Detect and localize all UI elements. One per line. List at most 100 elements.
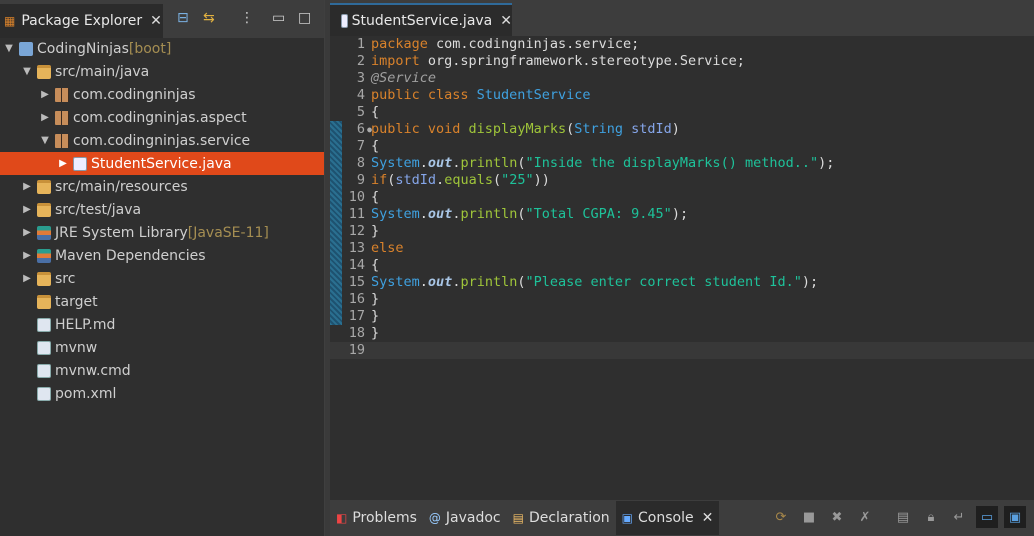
tree-item[interactable]: ▼ CodingNinjas [boot] bbox=[0, 37, 324, 60]
expanded-twisty-icon[interactable]: ▼ bbox=[20, 66, 34, 77]
remove-icon[interactable]: ✖ bbox=[826, 506, 848, 528]
code-token: ( bbox=[517, 274, 526, 290]
view-menu-icon[interactable]: ⋮ bbox=[240, 10, 254, 26]
tree-item-label: src/main/java bbox=[55, 63, 150, 80]
tree-item-label: pom.xml bbox=[55, 385, 117, 402]
tree-item[interactable]: target bbox=[0, 290, 324, 313]
collapsed-twisty-icon[interactable]: ▶ bbox=[20, 273, 34, 284]
collapsed-twisty-icon[interactable]: ▶ bbox=[56, 158, 70, 169]
change-ruler bbox=[330, 257, 342, 274]
problems-icon: ◧ bbox=[336, 511, 348, 525]
collapsed-twisty-icon[interactable]: ▶ bbox=[38, 112, 52, 123]
tree-item[interactable]: ▶ src/test/java bbox=[0, 198, 324, 221]
clear-console-icon[interactable]: ▤ bbox=[892, 506, 914, 528]
expanded-twisty-icon[interactable]: ▼ bbox=[38, 135, 52, 146]
code-token: out bbox=[427, 155, 453, 171]
tab-declaration[interactable]: ▤ Declaration bbox=[507, 501, 616, 535]
tree-item-label: src/main/resources bbox=[55, 178, 188, 195]
change-ruler bbox=[330, 138, 342, 155]
code-token: ( bbox=[566, 121, 575, 137]
tree-item-decoration: [JavaSE-11] bbox=[187, 224, 269, 241]
close-icon[interactable]: ✕ bbox=[150, 13, 162, 29]
package-explorer-panel: ▦ Package Explorer ✕ ⊟ ⇆ ⋮ ▭ □ ▼ CodingNi… bbox=[0, 0, 325, 536]
tab-student-service-java[interactable]: StudentService.java ✕ bbox=[330, 3, 512, 36]
tab-problems[interactable]: ◧ Problems bbox=[330, 501, 423, 535]
code-line: 2 import org.springframework.stereotype.S… bbox=[330, 53, 1034, 70]
tree-item-label: CodingNinjas bbox=[37, 40, 129, 57]
folder-icon bbox=[37, 179, 51, 194]
collapsed-twisty-icon[interactable]: ▶ bbox=[20, 250, 34, 261]
change-ruler bbox=[330, 342, 342, 359]
code-token: StudentService bbox=[476, 87, 591, 103]
close-icon[interactable]: ✕ bbox=[500, 13, 512, 29]
code-line: 13 else bbox=[330, 240, 1034, 257]
code-token: else bbox=[371, 240, 404, 256]
tree-item[interactable]: HELP.md bbox=[0, 313, 324, 336]
code-line: 7{ bbox=[330, 138, 1034, 155]
code-token: println bbox=[460, 206, 518, 222]
code-token: package bbox=[371, 36, 428, 52]
tab-package-explorer[interactable]: ▦ Package Explorer ✕ bbox=[0, 4, 163, 38]
tree-item[interactable]: pom.xml bbox=[0, 382, 324, 405]
scroll-lock-icon[interactable]: 🔒︎ bbox=[920, 506, 942, 528]
close-icon[interactable]: ✕ bbox=[702, 510, 714, 526]
tree-item-label: com.codingninjas.aspect bbox=[73, 109, 247, 126]
code-line: 3 @Service bbox=[330, 70, 1034, 87]
tree-item[interactable]: ▶ com.codingninjas.aspect bbox=[0, 106, 324, 129]
tree-item-label: mvnw.cmd bbox=[55, 362, 131, 379]
code-text: public void displayMarks(String stdId) bbox=[366, 121, 680, 138]
code-text: { bbox=[366, 189, 379, 206]
remove-all-icon[interactable]: ✗ bbox=[854, 506, 876, 528]
code-editor[interactable]: 1 package com.codingninjas.service; 2 impor… bbox=[330, 36, 1034, 359]
change-ruler bbox=[330, 189, 342, 206]
tree-item[interactable]: mvnw.cmd bbox=[0, 359, 324, 382]
code-text: } bbox=[366, 223, 379, 240]
tree-item-label: src bbox=[55, 270, 76, 287]
code-token: ); bbox=[818, 155, 835, 171]
code-text: public class StudentService bbox=[366, 87, 590, 104]
tree-item[interactable]: ▶ src/main/resources bbox=[0, 175, 324, 198]
code-token: out bbox=[427, 274, 453, 290]
maximize-icon[interactable]: □ bbox=[298, 10, 311, 26]
tab-label: Javadoc bbox=[445, 510, 501, 526]
folder-icon bbox=[37, 271, 51, 286]
code-line: 10{ bbox=[330, 189, 1034, 206]
collapsed-twisty-icon[interactable]: ▶ bbox=[20, 204, 34, 215]
collapsed-twisty-icon[interactable]: ▶ bbox=[20, 227, 34, 238]
collapse-all-icon[interactable]: ⊟ bbox=[177, 10, 189, 26]
tree-item[interactable]: ▶ src bbox=[0, 267, 324, 290]
code-token: "25" bbox=[501, 172, 534, 188]
link-with-editor-icon[interactable]: ⇆ bbox=[203, 10, 215, 26]
collapsed-twisty-icon[interactable]: ▶ bbox=[38, 89, 52, 100]
tree-item[interactable]: ▼ com.codingninjas.service bbox=[0, 129, 324, 152]
code-line: 11 System.out.println("Total CGPA: 9.45")… bbox=[330, 206, 1034, 223]
pin-console-icon[interactable]: ▭ bbox=[976, 506, 998, 528]
tab-javadoc[interactable]: @ Javadoc bbox=[423, 501, 507, 535]
lib-icon bbox=[37, 225, 51, 240]
code-line: 16} bbox=[330, 291, 1034, 308]
tree-item[interactable]: ▼ src/main/java bbox=[0, 60, 324, 83]
fold-icon[interactable]: ● bbox=[367, 121, 372, 138]
word-wrap-icon[interactable]: ↵ bbox=[948, 506, 970, 528]
code-token: )) bbox=[533, 172, 550, 188]
minimize-icon[interactable]: ▭ bbox=[272, 10, 285, 26]
tree-item[interactable]: ▶ StudentService.java bbox=[0, 152, 324, 175]
tab-label: Declaration bbox=[528, 510, 610, 526]
code-token: println bbox=[460, 274, 518, 290]
tree-item[interactable]: mvnw bbox=[0, 336, 324, 359]
file-icon bbox=[37, 386, 51, 401]
tree-item[interactable]: ▶ com.codingninjas bbox=[0, 83, 324, 106]
collapsed-twisty-icon[interactable]: ▶ bbox=[20, 181, 34, 192]
stop-icon[interactable]: ■ bbox=[798, 506, 820, 528]
change-ruler bbox=[330, 274, 342, 291]
code-text: @Service bbox=[366, 70, 436, 87]
tree-item[interactable]: ▶ Maven Dependencies bbox=[0, 244, 324, 267]
tree-item[interactable]: ▶ JRE System Library [JavaSE-11] bbox=[0, 221, 324, 244]
tab-console[interactable]: ▣ Console ✕ bbox=[615, 501, 720, 535]
code-token: ( bbox=[492, 172, 502, 188]
display-console-icon[interactable]: ▣ bbox=[1004, 506, 1026, 528]
expanded-twisty-icon[interactable]: ▼ bbox=[2, 43, 16, 54]
sync-icon[interactable]: ⟳ bbox=[770, 506, 792, 528]
change-ruler bbox=[330, 70, 342, 87]
